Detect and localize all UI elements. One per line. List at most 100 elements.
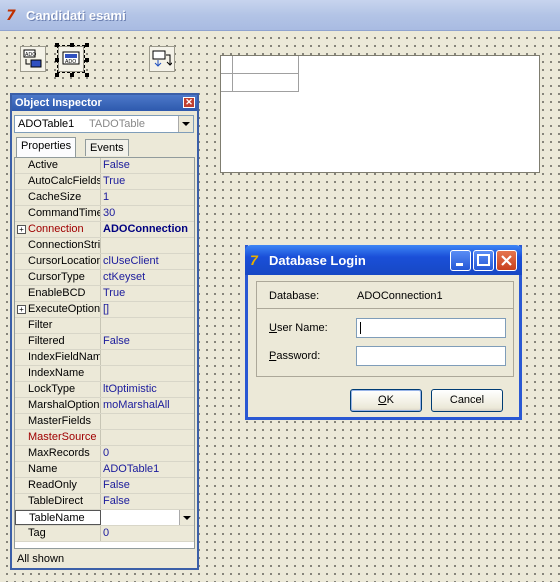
property-row[interactable]: ConnectionString (15, 238, 194, 254)
chevron-down-icon[interactable] (178, 116, 193, 132)
property-value[interactable]: False (103, 158, 193, 173)
property-row[interactable]: IndexFieldNames (15, 350, 194, 366)
close-icon[interactable] (496, 250, 517, 271)
property-value[interactable] (103, 366, 193, 381)
property-value[interactable] (103, 318, 193, 333)
dialog-titlebar[interactable]: 7 Database Login (245, 245, 522, 275)
password-label: Password: (269, 350, 321, 362)
property-name: AutoCalcFields (15, 174, 101, 189)
password-input[interactable] (356, 346, 506, 366)
selection-handle[interactable] (85, 73, 89, 77)
grid-data-cell[interactable] (233, 74, 299, 92)
property-row[interactable]: Name ADOTable1 (15, 462, 194, 478)
property-value[interactable]: moMarshalAll (103, 398, 193, 413)
property-name: Filtered (15, 334, 101, 349)
property-name: ReadOnly (15, 478, 101, 493)
property-row[interactable]: + Connection ADOConnection (15, 222, 194, 238)
property-row[interactable]: MaxRecords 0 (15, 446, 194, 462)
database-label: Database: (269, 290, 320, 302)
adotable-component-icon[interactable]: ADO (55, 43, 89, 77)
selection-handle[interactable] (70, 73, 74, 77)
property-row[interactable]: TableName (15, 510, 194, 526)
adoconnection-component-icon[interactable]: ADO (20, 46, 46, 72)
text-caret (360, 322, 361, 334)
property-value[interactable]: False (103, 478, 193, 493)
property-value[interactable] (103, 430, 193, 445)
property-value[interactable]: False (103, 494, 193, 509)
object-type: TADOTable (89, 118, 146, 130)
property-value[interactable]: True (103, 286, 193, 301)
selection-handle[interactable] (55, 43, 59, 47)
property-name: IndexFieldNames (15, 350, 101, 365)
property-row[interactable]: Tag 0 (15, 526, 194, 542)
form-title: Candidati esami (26, 8, 126, 23)
selection-handle[interactable] (55, 73, 59, 77)
tab-properties[interactable]: Properties (16, 137, 77, 157)
ok-button[interactable]: OK (350, 389, 422, 412)
database-value: ADOConnection1 (357, 290, 443, 302)
property-name: Connection (15, 222, 101, 237)
property-grid[interactable]: Active False AutoCalcFields True CacheSize 1 C… (14, 157, 195, 549)
property-value[interactable]: True (103, 174, 193, 189)
property-value[interactable]: 1 (103, 190, 193, 205)
property-value[interactable]: ADOConnection (103, 222, 193, 237)
property-row[interactable]: Filter (15, 318, 194, 334)
property-name: CacheSize (15, 190, 101, 205)
dbgrid[interactable] (220, 55, 540, 173)
object-name: ADOTable1 (18, 118, 75, 130)
property-value[interactable]: 0 (103, 446, 193, 461)
property-row[interactable]: CursorType ctKeyset (15, 270, 194, 286)
property-row[interactable]: CursorLocation clUseClient (15, 254, 194, 270)
tab-events[interactable]: Events (85, 139, 129, 156)
property-value[interactable]: 0 (103, 526, 193, 541)
property-value[interactable]: [] (103, 302, 193, 317)
form-titlebar[interactable]: 7 Candidati esami (0, 0, 560, 31)
property-row[interactable]: + ExecuteOptions[] (15, 302, 194, 318)
grid-indicator-cell (221, 56, 233, 74)
property-value[interactable]: ltOptimistic (103, 382, 193, 397)
property-row[interactable]: MasterFields (15, 414, 194, 430)
property-name: MaxRecords (15, 446, 101, 461)
property-row[interactable]: Filtered False (15, 334, 194, 350)
maximize-icon[interactable] (473, 250, 494, 271)
property-row[interactable]: TableDirect False (15, 494, 194, 510)
selection-handle[interactable] (70, 43, 74, 47)
property-row[interactable]: IndexName (15, 366, 194, 382)
property-row[interactable]: AutoCalcFields True (15, 174, 194, 190)
property-row[interactable]: CacheSize 1 (15, 190, 194, 206)
property-value[interactable]: ADOTable1 (103, 462, 193, 477)
property-value[interactable]: 30 (103, 206, 193, 221)
grid-header-cell[interactable] (233, 56, 299, 74)
property-name: LockType (15, 382, 101, 397)
selection-handle[interactable] (85, 58, 89, 62)
object-inspector-title: Object Inspector (15, 97, 102, 109)
svg-text:ADO: ADO (25, 52, 36, 58)
property-name: Name (15, 462, 101, 477)
property-value[interactable]: False (103, 334, 193, 349)
property-name: MarshalOptions (15, 398, 101, 413)
property-value[interactable]: ctKeyset (103, 270, 193, 285)
object-inspector-titlebar[interactable]: Object Inspector ✕ (12, 95, 197, 111)
property-row[interactable]: MasterSource (15, 430, 194, 446)
username-input[interactable] (356, 318, 506, 338)
property-row[interactable]: LockType ltOptimistic (15, 382, 194, 398)
cancel-button[interactable]: Cancel (431, 389, 503, 412)
selection-handle[interactable] (55, 58, 59, 62)
property-value[interactable] (103, 238, 193, 253)
selection-handle[interactable] (85, 43, 89, 47)
property-row[interactable]: CommandTimeout30 (15, 206, 194, 222)
minimize-icon[interactable] (450, 250, 471, 271)
property-row[interactable]: ReadOnly False (15, 478, 194, 494)
property-row[interactable]: MarshalOptions moMarshalAll (15, 398, 194, 414)
property-value[interactable]: clUseClient (103, 254, 193, 269)
property-value[interactable] (103, 414, 193, 429)
object-selector[interactable]: ADOTable1 TADOTable (14, 115, 194, 133)
close-icon[interactable]: ✕ (183, 97, 195, 108)
datasource-component-icon[interactable] (149, 46, 175, 72)
chevron-down-icon[interactable] (179, 510, 194, 525)
property-row[interactable]: EnableBCD True (15, 286, 194, 302)
property-row[interactable]: Active False (15, 158, 194, 174)
property-value[interactable] (103, 350, 193, 365)
property-name: IndexName (15, 366, 101, 381)
object-inspector: Object Inspector ✕ ADOTable1 TADOTable P… (10, 93, 199, 570)
